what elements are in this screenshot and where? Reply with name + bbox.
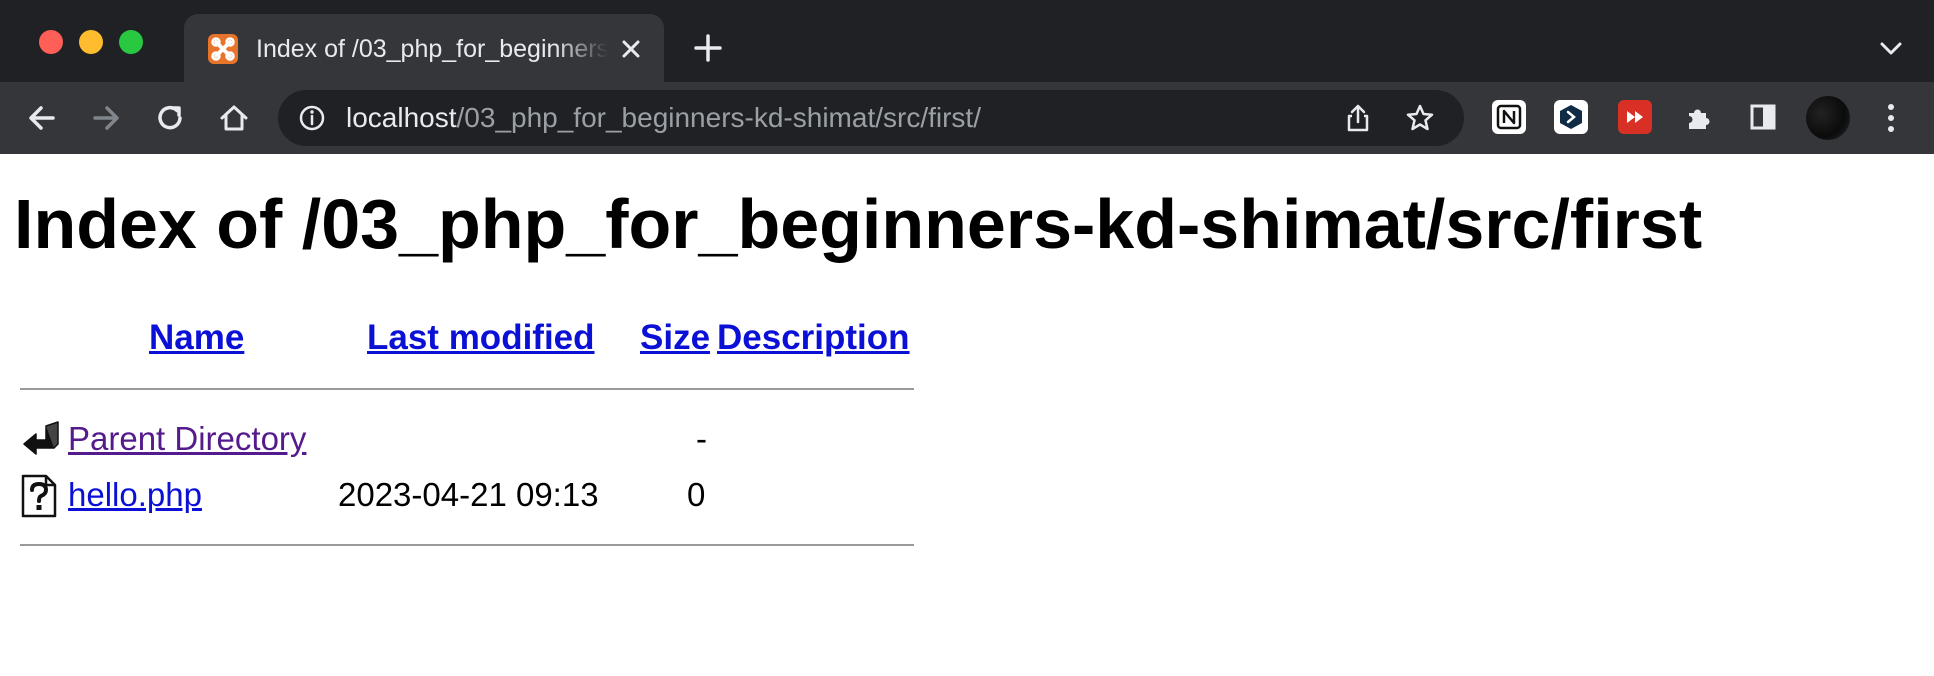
url-path: /03_php_for_beginners-kd-shimat/src/firs… xyxy=(456,102,981,133)
column-header-last-modified[interactable]: Last modified xyxy=(367,318,595,358)
browser-titlebar: Index of /03_php_for_beginners-kd-shimat… xyxy=(0,0,1934,82)
back-arrow-icon xyxy=(20,418,60,458)
file-size: 0 xyxy=(687,476,706,513)
home-icon[interactable] xyxy=(214,98,254,138)
column-header-description[interactable]: Description xyxy=(717,318,910,358)
tab-title: Index of /03_php_for_beginners-kd-shimat… xyxy=(256,35,608,63)
divider-top xyxy=(20,388,914,390)
notion-extension-icon[interactable] xyxy=(1492,100,1526,134)
url-host: localhost xyxy=(346,102,457,133)
tab-search-chevron-icon[interactable] xyxy=(1876,38,1906,60)
minimize-window-button[interactable] xyxy=(79,30,103,54)
xampp-favicon-icon xyxy=(208,34,238,64)
divider-bottom xyxy=(20,544,914,546)
extensions-puzzle-icon[interactable] xyxy=(1682,100,1716,134)
forward-arrow-icon[interactable] xyxy=(86,98,126,138)
url-text[interactable]: localhost/03_php_for_beginners-kd-shimat… xyxy=(346,100,981,136)
parent-directory-size: - xyxy=(696,420,707,457)
browser-toolbar: localhost/03_php_for_beginners-kd-shimat… xyxy=(0,82,1934,154)
column-header-name[interactable]: Name xyxy=(149,318,244,358)
address-bar[interactable]: localhost/03_php_for_beginners-kd-shimat… xyxy=(278,90,1464,146)
profile-avatar[interactable] xyxy=(1806,96,1850,140)
reload-icon[interactable] xyxy=(150,98,190,138)
browser-tab-active[interactable]: Index of /03_php_for_beginners-kd-shimat… xyxy=(184,14,664,82)
page-content: Index of /03_php_for_beginners-kd-shimat… xyxy=(0,154,1934,676)
site-info-icon[interactable] xyxy=(298,104,326,132)
tab-close-icon[interactable] xyxy=(616,34,646,64)
unknown-file-icon xyxy=(20,474,58,518)
deepl-extension-icon[interactable] xyxy=(1554,100,1588,134)
file-last-modified: 2023-04-21 09:13 xyxy=(338,476,599,513)
back-arrow-icon[interactable] xyxy=(22,98,62,138)
page-title: Index of /03_php_for_beginners-kd-shimat… xyxy=(14,185,1703,263)
browser-menu-icon[interactable] xyxy=(1876,100,1906,136)
file-link-hello-php[interactable]: hello.php xyxy=(68,475,202,515)
bookmark-star-icon[interactable] xyxy=(1404,102,1436,134)
video-speed-extension-icon[interactable] xyxy=(1618,100,1652,134)
close-window-button[interactable] xyxy=(39,30,63,54)
new-tab-plus-icon[interactable] xyxy=(692,32,724,64)
side-panel-icon[interactable] xyxy=(1746,100,1780,134)
share-icon[interactable] xyxy=(1342,102,1374,134)
zoom-window-button[interactable] xyxy=(119,30,143,54)
parent-directory-link[interactable]: Parent Directory xyxy=(68,419,306,459)
column-header-size[interactable]: Size xyxy=(640,318,710,358)
